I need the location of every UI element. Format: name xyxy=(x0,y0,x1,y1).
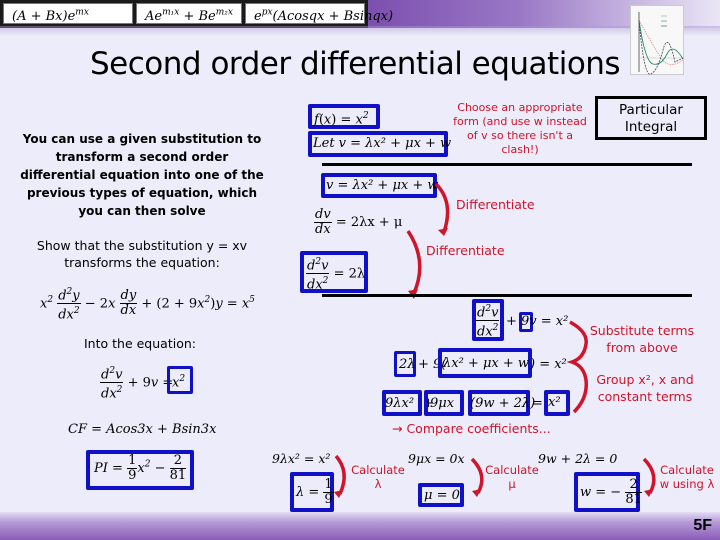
lambda-equation: 9λx² = x² xyxy=(272,451,331,466)
sub-line3-d: x² xyxy=(548,395,561,410)
w-result: w = − 2 81 xyxy=(580,478,642,507)
fx-equation: f(x) = x2 xyxy=(314,111,369,128)
sub-line3-b: 9μx xyxy=(430,396,455,411)
choose-form-note: Choose an appropriate form (and use w in… xyxy=(453,101,587,156)
thumbnail-graph xyxy=(638,12,684,75)
damped-oscillation-thumbnail xyxy=(630,5,684,75)
particular-integral-label: Particular Integral xyxy=(595,96,707,140)
intro-text: You can use a given substitution to tran… xyxy=(20,132,264,218)
lambda-result-lhs: λ = xyxy=(296,485,320,500)
let-v-equation: Let v = λx² + μx + w xyxy=(313,136,452,151)
sub-line2-b: λx² + μx + w xyxy=(443,356,530,371)
formula-tab-distinct-roots: Aem₁x + Bem₂x xyxy=(136,3,242,24)
substitute-note: Substitute terms from above xyxy=(589,323,695,355)
original-equation: x2 d2y dx2 − 2x dy dx + (2 + 9x2)y = x5 xyxy=(40,287,255,323)
compare-coefficients-note: → Compare coefficients... xyxy=(392,421,551,436)
sub-line3-c: (9w + 2λ) xyxy=(470,396,536,411)
bottom-bar xyxy=(0,512,720,540)
differentiate-arrow-2 xyxy=(406,230,422,299)
v-equation: v = λx² + μx + w xyxy=(326,178,439,193)
divider-1 xyxy=(322,163,692,166)
dv-dx-rhs: = 2λx + μ xyxy=(335,215,403,230)
dv-dx-equation: dv dx = 2λx + μ xyxy=(314,207,403,237)
calculate-w-note: Calculate w using λ xyxy=(659,463,715,491)
w-equation: 9w + 2λ = 0 xyxy=(538,451,618,466)
sub-line3-a: 9λx² xyxy=(385,396,415,411)
calculate-mu-note: Calculate μ xyxy=(485,463,539,491)
formula-tab-complex-roots: epx(Acosqx + Bsinqx) xyxy=(245,3,393,24)
d2v-rhs: = 2λ xyxy=(333,266,366,282)
pi-label-text: Particular Integral xyxy=(619,102,683,135)
mu-equation: 9μx = 0x xyxy=(408,451,465,466)
pi-result: PI = 1 9 x2 − 2 81 xyxy=(94,453,187,483)
page-title: Second order differential equations xyxy=(90,46,621,82)
sub-line1-rest: + 9v = x² xyxy=(506,314,569,329)
sub-line3-eq: = xyxy=(532,396,543,411)
calculate-lambda-note: Calculate λ xyxy=(351,463,405,491)
top-bar-fade xyxy=(0,26,720,36)
group-terms-note: Group x², x and constant terms xyxy=(596,372,694,404)
d2v-equation: d2v dx2 = 2λ xyxy=(306,257,366,293)
show-instruction: Show that the substitution y = xv transf… xyxy=(36,238,248,270)
complementary-function: CF = Acos3x + Bsin3x xyxy=(68,422,217,437)
divider-2 xyxy=(322,294,692,297)
into-label: Into the equation: xyxy=(84,336,196,351)
sub-line2-rest: ) = x² xyxy=(530,357,567,372)
w-result-lhs: w = − xyxy=(580,485,622,500)
slide-number: 5F xyxy=(693,517,712,534)
lambda-result: λ = 19 xyxy=(296,478,334,507)
sub-line1-lhs: d2v dx2 xyxy=(476,304,500,340)
formula-tab-repeated-roots: (A + Bx)emx xyxy=(3,3,133,24)
sub-line2-a: 2λ xyxy=(399,357,416,372)
differentiate-arrow-1 xyxy=(434,182,450,236)
differentiate-label-1: Differentiate xyxy=(456,197,535,212)
mu-result: μ = 0 xyxy=(424,488,460,503)
differentiate-label-2: Differentiate xyxy=(426,243,505,258)
rhs-highlight-box xyxy=(167,366,193,394)
